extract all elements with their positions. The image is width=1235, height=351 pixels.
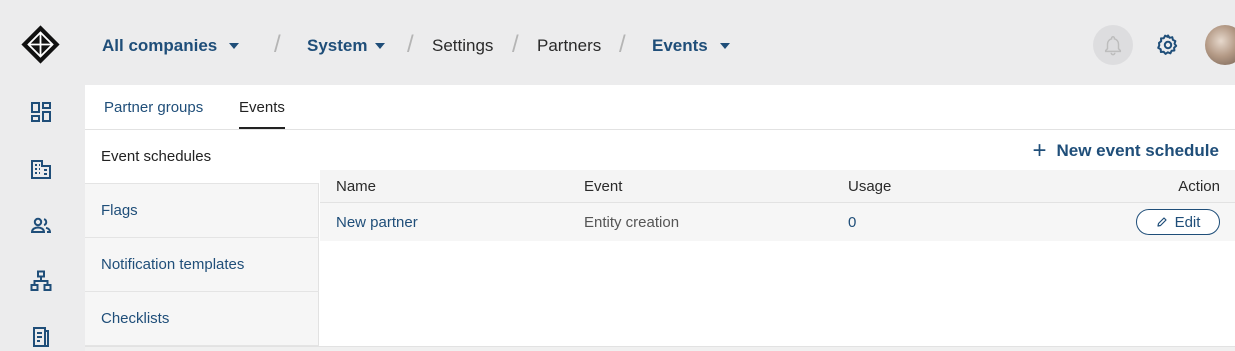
chevron-down-icon bbox=[375, 43, 386, 49]
breadcrumb-partners-label: Partners bbox=[537, 36, 602, 55]
event-schedules-panel: + New event schedule Name Event Usage Ac… bbox=[320, 130, 1235, 346]
companies-icon[interactable] bbox=[29, 157, 53, 181]
breadcrumb-system-dropdown[interactable]: System bbox=[307, 35, 386, 57]
nav-item-checklists[interactable]: Checklists bbox=[85, 292, 319, 346]
nav-item-event-schedules[interactable]: Event schedules bbox=[85, 130, 319, 184]
table-row: New partner Entity creation 0 Edit bbox=[320, 203, 1235, 241]
column-header-name[interactable]: Name bbox=[336, 178, 376, 195]
pencil-icon bbox=[1156, 217, 1167, 227]
nav-item-flags[interactable]: Flags bbox=[85, 184, 319, 238]
avatar[interactable] bbox=[1205, 25, 1235, 65]
top-bar: All companies / System / Settings / Part… bbox=[0, 0, 1235, 85]
column-header-action: Action bbox=[1178, 178, 1220, 195]
column-header-usage[interactable]: Usage bbox=[848, 178, 891, 195]
gear-icon[interactable] bbox=[1156, 33, 1180, 57]
chevron-down-icon bbox=[229, 43, 240, 49]
settings-nav: Event schedules Flags Notification templ… bbox=[85, 130, 319, 351]
breadcrumb-separator: / bbox=[619, 31, 626, 58]
breadcrumb-settings[interactable]: Settings bbox=[432, 35, 493, 57]
invoice-icon[interactable] bbox=[29, 325, 53, 349]
tab-partner-groups[interactable]: Partner groups bbox=[104, 99, 203, 129]
breadcrumb-settings-label: Settings bbox=[432, 36, 494, 55]
breadcrumb-company-label: All companies bbox=[102, 36, 218, 55]
new-event-schedule-label: New event schedule bbox=[1056, 141, 1219, 160]
users-icon[interactable] bbox=[29, 213, 53, 237]
tab-bar: Partner groups Events bbox=[85, 85, 1235, 130]
row-name-link[interactable]: New partner bbox=[336, 214, 418, 231]
breadcrumb-separator: / bbox=[512, 31, 519, 58]
breadcrumb-partners[interactable]: Partners bbox=[537, 35, 601, 57]
edit-button[interactable]: Edit bbox=[1136, 209, 1220, 235]
nav-item-notification-templates[interactable]: Notification templates bbox=[85, 238, 319, 292]
hierarchy-icon[interactable] bbox=[29, 269, 53, 293]
bell-icon bbox=[1104, 36, 1122, 56]
sidebar bbox=[0, 85, 85, 351]
main-content: Partner groups Events Event schedules Fl… bbox=[85, 85, 1235, 351]
breadcrumb-system-label: System bbox=[307, 36, 368, 55]
breadcrumb-company-dropdown[interactable]: All companies bbox=[102, 35, 240, 57]
app-logo-icon[interactable] bbox=[19, 23, 62, 66]
table-header: Name Event Usage Action bbox=[320, 170, 1235, 203]
breadcrumb-separator: / bbox=[407, 31, 414, 58]
plus-icon: + bbox=[1032, 137, 1047, 164]
row-event: Entity creation bbox=[584, 214, 680, 231]
chevron-down-icon bbox=[719, 43, 730, 49]
divider bbox=[85, 346, 1235, 351]
edit-button-label: Edit bbox=[1174, 213, 1201, 231]
row-usage-link[interactable]: 0 bbox=[848, 214, 856, 231]
breadcrumb-events-label: Events bbox=[652, 36, 708, 55]
tab-events[interactable]: Events bbox=[239, 99, 285, 129]
notifications-button[interactable] bbox=[1093, 25, 1133, 65]
new-event-schedule-button[interactable]: + New event schedule bbox=[1032, 137, 1219, 164]
dashboard-icon[interactable] bbox=[29, 100, 53, 124]
breadcrumb-events-dropdown[interactable]: Events bbox=[652, 35, 730, 57]
column-header-event[interactable]: Event bbox=[584, 178, 622, 195]
breadcrumb-separator: / bbox=[274, 31, 281, 58]
